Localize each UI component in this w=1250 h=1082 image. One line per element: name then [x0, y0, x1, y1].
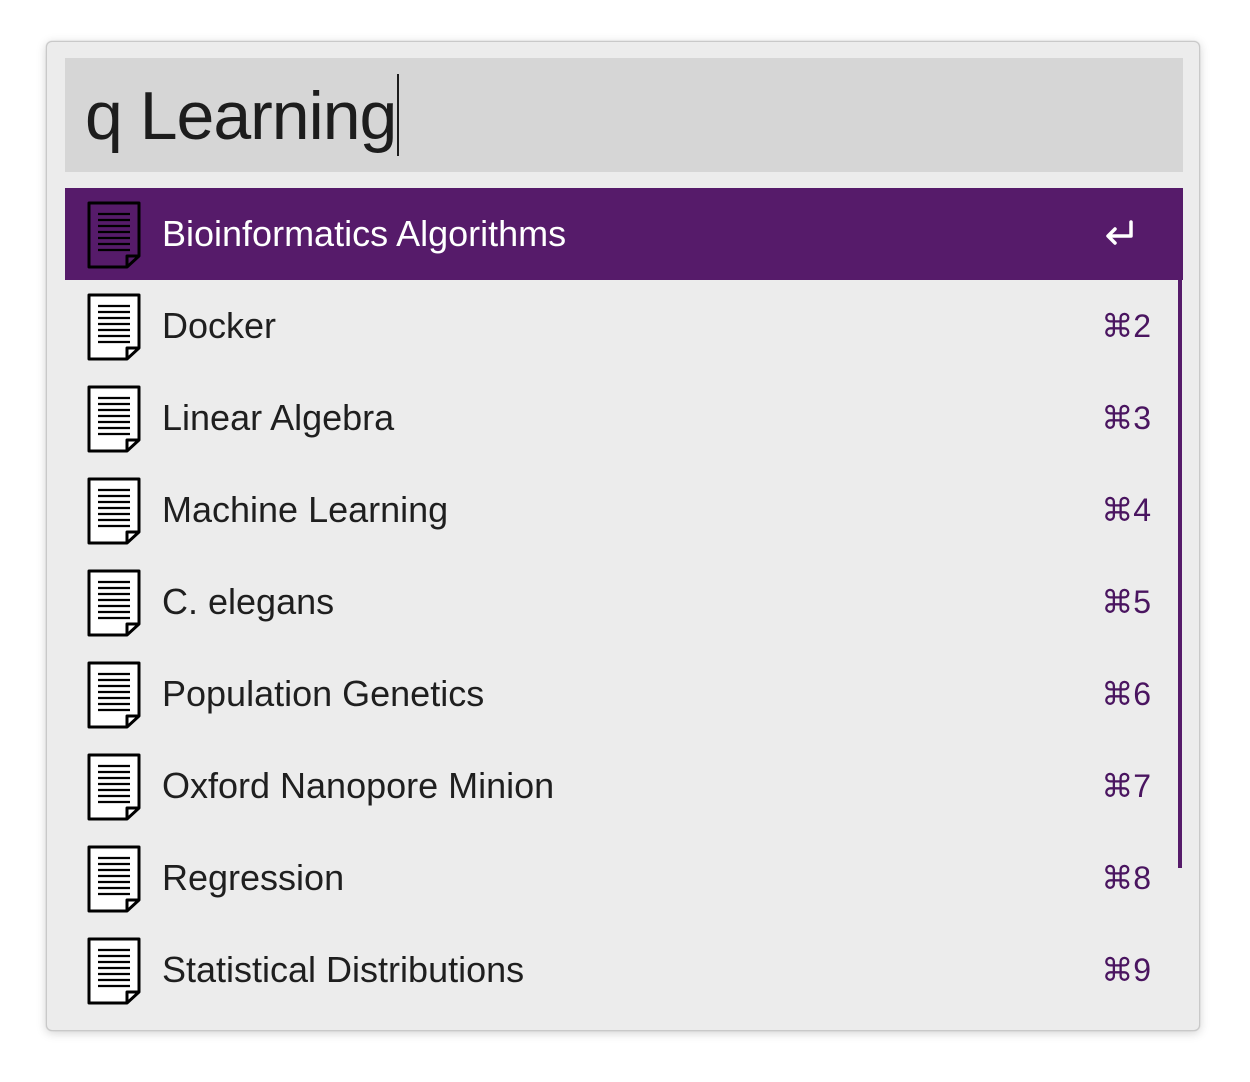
result-title: Docker — [162, 305, 277, 346]
document-icon — [87, 845, 141, 913]
document-icon — [87, 753, 141, 821]
shortcut-label: ⌘3 — [1101, 400, 1151, 436]
document-icon — [87, 661, 141, 729]
result-row[interactable]: Docker ⌘2 — [65, 280, 1179, 372]
result-row[interactable]: Machine Learning ⌘4 — [65, 464, 1179, 556]
shortcut-label: ⌘7 — [1101, 768, 1151, 804]
shortcut-label: ⌘6 — [1101, 676, 1151, 712]
result-title: Linear Algebra — [162, 397, 395, 438]
document-icon — [87, 937, 141, 1005]
shortcut-label: ⌘4 — [1101, 492, 1151, 528]
result-title: Oxford Nanopore Minion — [162, 765, 555, 806]
text-caret — [397, 74, 400, 156]
result-row[interactable]: Oxford Nanopore Minion ⌘7 — [65, 740, 1179, 832]
shortcut-label: ⌘5 — [1101, 584, 1151, 620]
launcher-window: q Learning Bioinformatics Algorithms Doc… — [46, 41, 1200, 1031]
document-icon — [87, 293, 141, 361]
result-title: Statistical Distributions — [162, 949, 525, 990]
results-list: Bioinformatics Algorithms Docker ⌘2 Line… — [65, 188, 1183, 1022]
document-icon — [87, 477, 141, 545]
result-title: Population Genetics — [162, 673, 485, 714]
document-icon — [87, 385, 141, 453]
result-title: Bioinformatics Algorithms — [162, 213, 567, 254]
search-query-text: q Learning — [85, 74, 400, 156]
result-row[interactable]: C. elegans ⌘5 — [65, 556, 1179, 648]
result-row-selected[interactable]: Bioinformatics Algorithms — [65, 188, 1183, 280]
result-title: C. elegans — [162, 581, 335, 622]
result-row[interactable]: Regression ⌘8 — [65, 832, 1179, 924]
shortcut-label: ⌘9 — [1101, 952, 1151, 988]
result-title: Regression — [162, 857, 345, 898]
result-title: Machine Learning — [162, 489, 449, 530]
search-input[interactable]: q Learning — [65, 58, 1183, 172]
result-row[interactable]: Statistical Distributions ⌘9 — [65, 924, 1179, 1016]
document-icon — [87, 569, 141, 637]
document-icon — [87, 201, 141, 269]
result-row[interactable]: Linear Algebra ⌘3 — [65, 372, 1179, 464]
return-key-icon — [1106, 220, 1133, 245]
result-row[interactable]: Population Genetics ⌘6 — [65, 648, 1179, 740]
shortcut-label: ⌘8 — [1101, 860, 1151, 896]
shortcut-label: ⌘2 — [1101, 308, 1151, 344]
